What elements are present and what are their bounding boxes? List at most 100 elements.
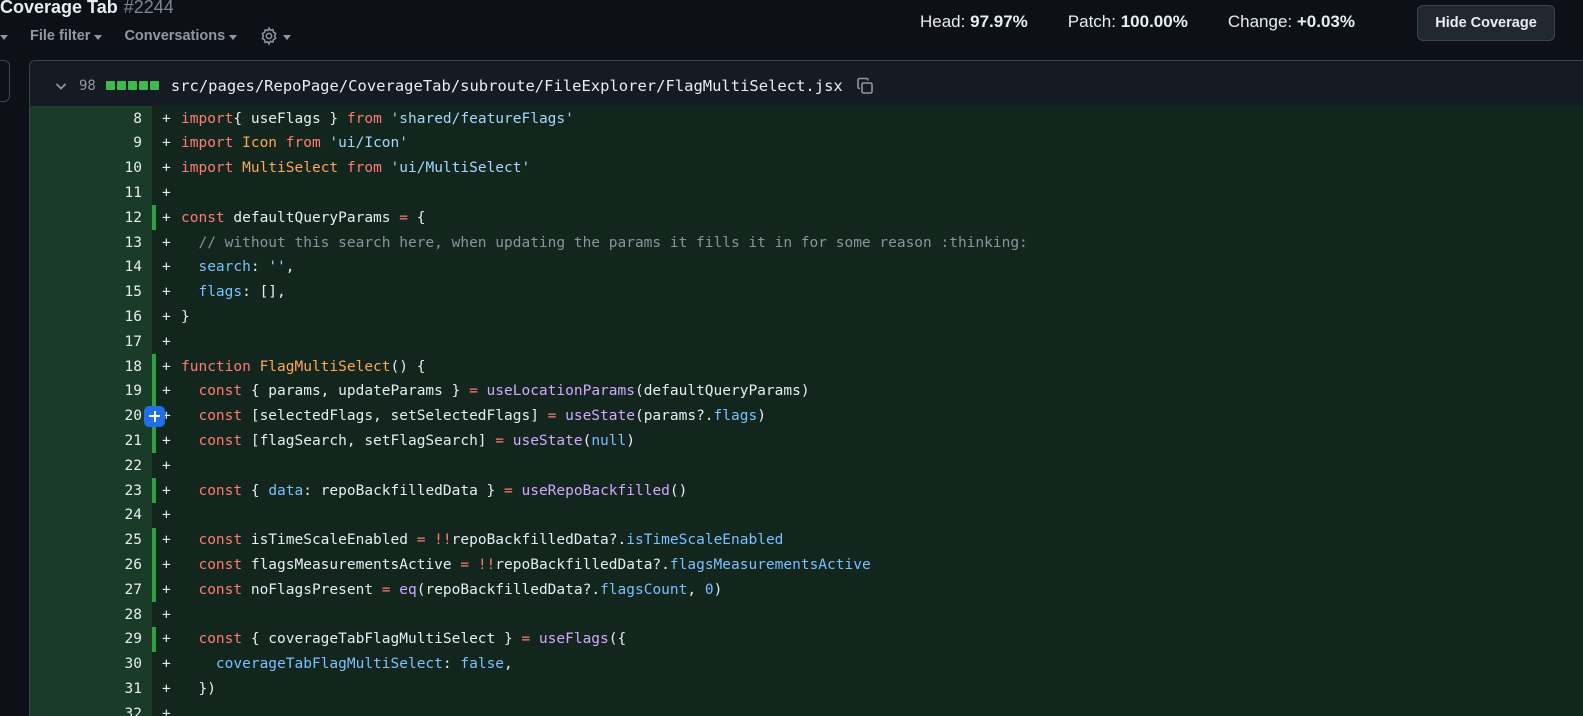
line-number[interactable]: 18 xyxy=(30,359,142,375)
diff-line[interactable]: 11 + xyxy=(30,180,1583,206)
code-text: const { params, updateParams } = useLoca… xyxy=(181,383,810,400)
line-number[interactable]: 32 xyxy=(30,706,142,716)
diff-line[interactable]: 22 + xyxy=(30,453,1583,479)
added-line-marker: + xyxy=(162,135,171,152)
file-path[interactable]: src/pages/RepoPage/CoverageTab/subroute/… xyxy=(171,77,843,95)
diff-line[interactable]: 15 + flags: [], xyxy=(30,279,1583,305)
line-number[interactable]: 16 xyxy=(30,309,142,325)
diff-line[interactable]: 32 + xyxy=(30,701,1583,716)
line-number[interactable]: 23 xyxy=(30,483,142,499)
code-token: null xyxy=(591,432,627,449)
diff-line[interactable]: 17 + xyxy=(30,329,1583,355)
line-number[interactable]: 13 xyxy=(30,235,142,251)
diff-line[interactable]: 19 + const { params, updateParams } = use… xyxy=(30,378,1583,404)
diff-line[interactable]: 10 + import MultiSelect from 'ui/MultiSele… xyxy=(30,155,1583,181)
code-token: useState xyxy=(556,408,635,425)
conversations-dropdown[interactable]: Conversations xyxy=(124,28,238,44)
added-line-marker: + xyxy=(162,284,171,301)
changed-lines-count: 98 xyxy=(79,77,96,94)
line-number[interactable]: 14 xyxy=(30,259,142,275)
line-number[interactable]: 10 xyxy=(30,160,142,176)
code-token: (defaultQueryParams) xyxy=(634,383,810,400)
diff-line[interactable]: 13 + // without this search here, when up… xyxy=(30,230,1583,255)
code-token: flagsMeasurementsActive xyxy=(669,556,871,573)
code-token: : xyxy=(250,259,269,276)
add-comment-button[interactable] xyxy=(144,405,165,427)
diff-line[interactable]: 24 + xyxy=(30,502,1583,528)
code-token: MultiSelect xyxy=(233,160,347,177)
code-token: from xyxy=(346,110,382,127)
file-filter-dropdown[interactable]: File filter xyxy=(30,28,103,44)
code-token: repoBackfilledData?. xyxy=(495,556,670,573)
chevron-down-icon[interactable] xyxy=(53,78,69,94)
diff-line[interactable]: 26 + const flagsMeasurementsActive = !!re… xyxy=(30,552,1583,578)
code-token: flagsMeasurementsActive xyxy=(242,556,461,573)
line-number[interactable]: 12 xyxy=(30,210,142,226)
line-number[interactable]: 20 xyxy=(30,408,142,424)
diff-line[interactable]: 25 + const isTimeScaleEnabled = !!repoBac… xyxy=(30,527,1583,553)
added-line-marker: + xyxy=(162,333,171,350)
diff-line[interactable]: 9 + import Icon from 'ui/Icon' xyxy=(30,130,1583,156)
line-number[interactable]: 24 xyxy=(30,507,142,523)
code-token: ({ xyxy=(608,631,627,648)
conversations-label: Conversations xyxy=(124,28,226,44)
line-number[interactable]: 22 xyxy=(30,458,142,474)
code-token: useState xyxy=(504,432,583,449)
code-token: = xyxy=(460,556,470,573)
diff-line[interactable]: 16 +} xyxy=(30,304,1583,330)
code-text: const noFlagsPresent = eq(repoBackfilled… xyxy=(181,582,722,598)
diff-line[interactable]: 8 + import{ useFlags } from 'shared/featur… xyxy=(30,106,1583,131)
hide-coverage-button[interactable]: Hide Coverage xyxy=(1417,5,1555,41)
file-header: 98 src/pages/RepoPage/CoverageTab/subrou… xyxy=(30,61,1583,111)
diff-line[interactable]: 29 + const { coverageTabFlagMultiSelect }… xyxy=(30,626,1583,652)
coverage-indicator xyxy=(152,626,156,652)
file-diff: 98 src/pages/RepoPage/CoverageTab/subrou… xyxy=(29,60,1583,716)
line-number[interactable]: 26 xyxy=(30,557,142,573)
chevron-down-icon xyxy=(283,34,292,40)
settings-dropdown[interactable] xyxy=(259,26,292,46)
diff-line[interactable]: 20 + const [selectedFlags, setSelectedFla… xyxy=(30,403,1583,429)
line-number[interactable]: 11 xyxy=(30,185,142,201)
change-coverage: Change: +0.03% xyxy=(1227,12,1355,31)
line-number[interactable]: 9 xyxy=(30,135,142,151)
line-number[interactable]: 15 xyxy=(30,284,142,300)
line-number[interactable]: 29 xyxy=(30,631,142,647)
diff-line[interactable]: 21 + const [flagSearch, setFlagSearch] = … xyxy=(30,428,1583,454)
code-token: useRepoBackfilled xyxy=(512,482,670,499)
diff-line[interactable]: 30 + coverageTabFlagMultiSelect: false, xyxy=(30,651,1583,677)
code-token: { useFlags } xyxy=(233,110,347,127)
line-number[interactable]: 27 xyxy=(30,582,142,598)
diff-line[interactable]: 31 + }) xyxy=(30,676,1583,702)
code-text: const defaultQueryParams = { xyxy=(181,210,425,226)
line-number[interactable]: 30 xyxy=(30,656,142,672)
code-token: 'shared/featureFlags' xyxy=(381,110,574,127)
line-number[interactable]: 25 xyxy=(30,532,142,548)
diff-line[interactable]: 12 + const defaultQueryParams = { xyxy=(30,205,1583,231)
code-token: = xyxy=(469,383,478,400)
copy-icon[interactable] xyxy=(855,76,875,96)
added-line-marker: + xyxy=(162,705,171,716)
added-line-marker: + xyxy=(162,581,171,598)
chevron-down-icon[interactable] xyxy=(0,34,8,40)
code-token: (repoBackfilledData?. xyxy=(416,581,601,598)
diff-line[interactable]: 23 + const { data: repoBackfilledData } =… xyxy=(30,478,1583,503)
diff-line[interactable]: 28 + xyxy=(30,602,1583,627)
code-token: const xyxy=(181,482,243,499)
line-number[interactable]: 21 xyxy=(30,433,142,449)
added-line-marker: + xyxy=(162,482,171,499)
code-token: = xyxy=(399,209,408,226)
line-number[interactable]: 19 xyxy=(30,383,142,399)
code-text: const [selectedFlags, setSelectedFlags] … xyxy=(181,408,765,425)
coverage-stats: Head: 97.97% Patch: 100.00% Change: +0.0… xyxy=(920,12,1395,32)
code-token: () xyxy=(669,482,688,499)
line-number[interactable]: 17 xyxy=(30,334,142,350)
diff-line[interactable]: 18 + function FlagMultiSelect() { xyxy=(30,354,1583,379)
code-token: ) xyxy=(713,581,723,598)
code-text: const isTimeScaleEnabled = !!repoBackfil… xyxy=(181,532,783,548)
line-number[interactable]: 8 xyxy=(30,111,142,127)
line-number[interactable]: 31 xyxy=(30,681,142,697)
line-number[interactable]: 28 xyxy=(30,607,142,623)
diff-line[interactable]: 27 + const noFlagsPresent = eq(repoBackfi… xyxy=(30,577,1583,603)
diff-line[interactable]: 14 + search: '', xyxy=(30,254,1583,280)
code-token: const xyxy=(181,209,225,226)
